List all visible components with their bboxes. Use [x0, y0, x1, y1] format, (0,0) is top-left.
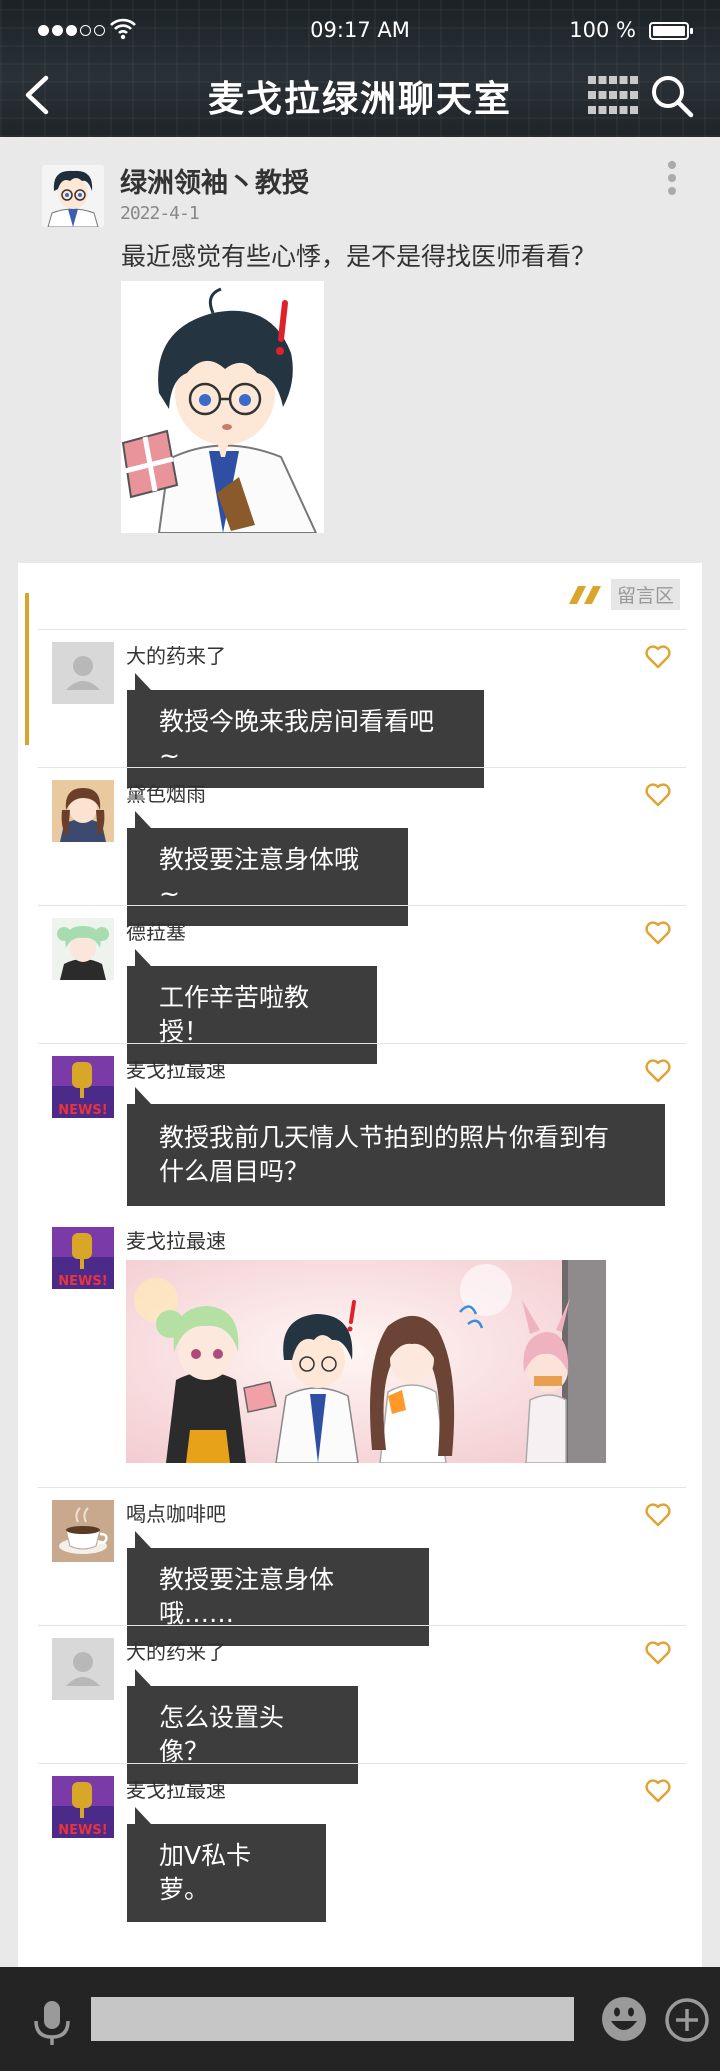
- comment-author[interactable]: 大的药来了: [126, 1636, 226, 1665]
- like-heart-icon[interactable]: [644, 1058, 672, 1084]
- post: 绿洲领袖丶教授 2022-4-1 最近感觉有些心悸，是不是得找医师看看？: [0, 137, 720, 537]
- comment-avatar[interactable]: NEWS!: [52, 1056, 114, 1118]
- author-avatar[interactable]: [42, 165, 104, 227]
- comment-avatar[interactable]: NEWS!: [52, 1227, 114, 1289]
- accent-bar: [25, 593, 29, 745]
- comment-bubble: 教授我前几天情人节拍到的照片你看到有 什么眉目吗？: [127, 1087, 665, 1206]
- comment-bubble-line: 教授我前几天情人节拍到的照片你看到有: [159, 1123, 610, 1152]
- comment-author[interactable]: 大的药来了: [126, 640, 226, 669]
- app-header: 09:17 AM 100 % 麦戈拉绿洲聊天室: [0, 0, 720, 137]
- comment-item: 黛色烟雨 教授要注意身体哦~: [38, 767, 686, 926]
- comment-item: NEWS! 麦戈拉最速 教授我前几天情人节拍到的照片你看到有 什么眉目吗？: [38, 1043, 686, 1216]
- comment-item: NEWS! 麦戈拉最速 加V私卡萝。: [38, 1763, 686, 1922]
- slash-mark-icon: [568, 585, 601, 604]
- post-image[interactable]: [121, 281, 324, 534]
- comment-item: 大的药来了 教授今晚来我房间看看吧~: [38, 629, 686, 788]
- post-text: 最近感觉有些心悸，是不是得找医师看看？: [121, 242, 597, 271]
- news-badge-text: NEWS!: [58, 1823, 107, 1838]
- microphone-icon[interactable]: [30, 1999, 74, 2047]
- comment-author[interactable]: 德菈塞: [126, 916, 186, 945]
- like-heart-icon[interactable]: [644, 1778, 672, 1804]
- comment-item: 喝点咖啡吧 教授要注意身体哦……: [38, 1487, 686, 1646]
- comment-author[interactable]: 麦戈拉最速: [126, 1054, 226, 1083]
- comment-avatar[interactable]: NEWS!: [52, 1776, 114, 1838]
- bottom-input-bar: [0, 1967, 720, 2071]
- like-heart-icon[interactable]: [644, 782, 672, 808]
- comment-avatar[interactable]: [52, 918, 114, 980]
- post-author[interactable]: 绿洲领袖丶教授: [120, 161, 309, 200]
- comment-author[interactable]: 喝点咖啡吧: [126, 1498, 226, 1527]
- comment-image[interactable]: [126, 1260, 606, 1463]
- more-options-icon[interactable]: [662, 161, 682, 201]
- status-bar: 09:17 AM 100 %: [0, 14, 720, 50]
- like-heart-icon[interactable]: [644, 1640, 672, 1666]
- post-date: 2022-4-1: [120, 203, 200, 224]
- comment-item: 大的药来了 怎么设置头像？: [38, 1625, 686, 1784]
- comment-author[interactable]: 麦戈拉最速: [126, 1225, 226, 1254]
- news-badge-text: NEWS!: [58, 1103, 107, 1118]
- search-icon[interactable]: [650, 74, 694, 118]
- add-icon[interactable]: [664, 1997, 710, 2043]
- battery-percent: 100 %: [569, 18, 636, 42]
- like-heart-icon[interactable]: [644, 920, 672, 946]
- comment-bubble: 加V私卡萝。: [127, 1807, 326, 1922]
- comment-item: NEWS! 麦戈拉最速: [38, 1215, 686, 1487]
- grid-menu-icon[interactable]: [588, 76, 638, 114]
- comment-bubble-line: 什么眉目吗？: [159, 1157, 310, 1186]
- comment-avatar[interactable]: [52, 642, 114, 704]
- comment-author[interactable]: 黛色烟雨: [126, 778, 206, 807]
- news-badge-text: NEWS!: [58, 1274, 107, 1289]
- comment-avatar[interactable]: [52, 1638, 114, 1700]
- message-input[interactable]: [91, 1997, 574, 2041]
- comment-avatar[interactable]: [52, 1500, 114, 1562]
- like-heart-icon[interactable]: [644, 1502, 672, 1528]
- like-heart-icon[interactable]: [644, 644, 672, 670]
- comment-avatar[interactable]: [52, 780, 114, 842]
- comments-tag: 留言区: [568, 579, 680, 610]
- comments-section: 留言区 大的药来了 教授今晚来我房间看看吧~ 黛色烟雨 教授要注意身体哦~ 德菈…: [18, 563, 702, 1967]
- emoji-icon[interactable]: [600, 1995, 648, 2043]
- comment-item: 德菈塞 工作辛苦啦教授！: [38, 905, 686, 1064]
- comments-label: 留言区: [610, 579, 680, 610]
- battery-icon: [649, 22, 693, 40]
- comment-author[interactable]: 麦戈拉最速: [126, 1774, 226, 1803]
